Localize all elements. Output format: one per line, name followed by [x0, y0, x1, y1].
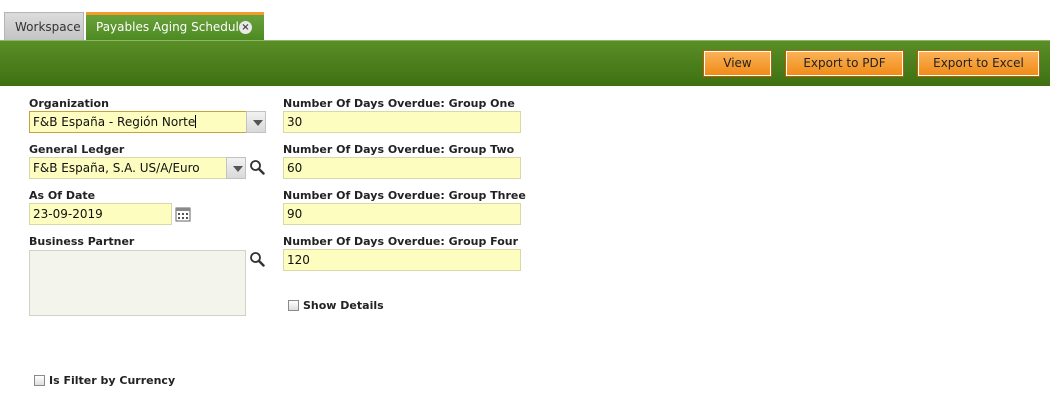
show-details-checkbox[interactable] — [288, 300, 299, 311]
group-two-label: Number Of Days Overdue: Group Two — [283, 143, 515, 156]
general-ledger-field[interactable]: F&B España, S.A. US/A/Euro — [29, 157, 227, 179]
group-one-value: 30 — [287, 115, 303, 129]
tab-workspace[interactable]: Workspace — [4, 12, 84, 40]
organization-field[interactable]: F&B España - Región Norte — [29, 111, 247, 133]
group-four-field[interactable]: 120 — [283, 249, 521, 271]
as-of-date-label: As Of Date — [29, 189, 96, 202]
business-partner-label: Business Partner — [29, 235, 135, 248]
group-one-label: Number Of Days Overdue: Group One — [283, 97, 515, 110]
search-icon[interactable] — [247, 249, 267, 269]
group-three-value: 90 — [287, 207, 303, 221]
as-of-date-value: 23-09-2019 — [33, 207, 103, 221]
group-two-value: 60 — [287, 161, 303, 175]
show-details-label: Show Details — [303, 299, 384, 312]
group-three-field[interactable]: 90 — [283, 203, 521, 225]
filter-currency-label: Is Filter by Currency — [49, 374, 176, 387]
tab-payables-label: Payables Aging Schedule — [96, 20, 247, 34]
group-one-field[interactable]: 30 — [283, 111, 521, 133]
group-four-label: Number Of Days Overdue: Group Four — [283, 235, 519, 248]
organization-label: Organization — [29, 97, 109, 110]
calendar-icon[interactable] — [173, 204, 193, 224]
tab-strip: Workspace Payables Aging Schedule × — [0, 0, 1050, 40]
close-icon[interactable]: × — [239, 21, 252, 34]
view-button[interactable]: View — [703, 50, 772, 77]
group-three-label: Number Of Days Overdue: Group Three — [283, 189, 526, 202]
group-four-value: 120 — [287, 253, 310, 267]
text-cursor — [195, 115, 197, 128]
toolbar: View Export to PDF Export to Excel — [0, 40, 1050, 86]
export-excel-button[interactable]: Export to Excel — [917, 50, 1040, 77]
business-partner-list[interactable] — [29, 250, 246, 316]
organization-value: F&B España - Región Norte — [33, 115, 196, 129]
general-ledger-label: General Ledger — [29, 143, 125, 156]
general-ledger-value: F&B España, S.A. US/A/Euro — [33, 161, 200, 175]
tab-workspace-label: Workspace — [15, 20, 81, 34]
as-of-date-field[interactable]: 23-09-2019 — [29, 203, 172, 225]
tab-payables-aging-schedule[interactable]: Payables Aging Schedule × — [86, 12, 264, 40]
chevron-down-icon[interactable] — [246, 111, 266, 133]
group-two-field[interactable]: 60 — [283, 157, 521, 179]
chevron-down-icon[interactable] — [226, 157, 246, 179]
search-icon[interactable] — [247, 157, 267, 177]
export-pdf-button[interactable]: Export to PDF — [785, 50, 904, 77]
filter-currency-checkbox[interactable] — [34, 375, 45, 386]
